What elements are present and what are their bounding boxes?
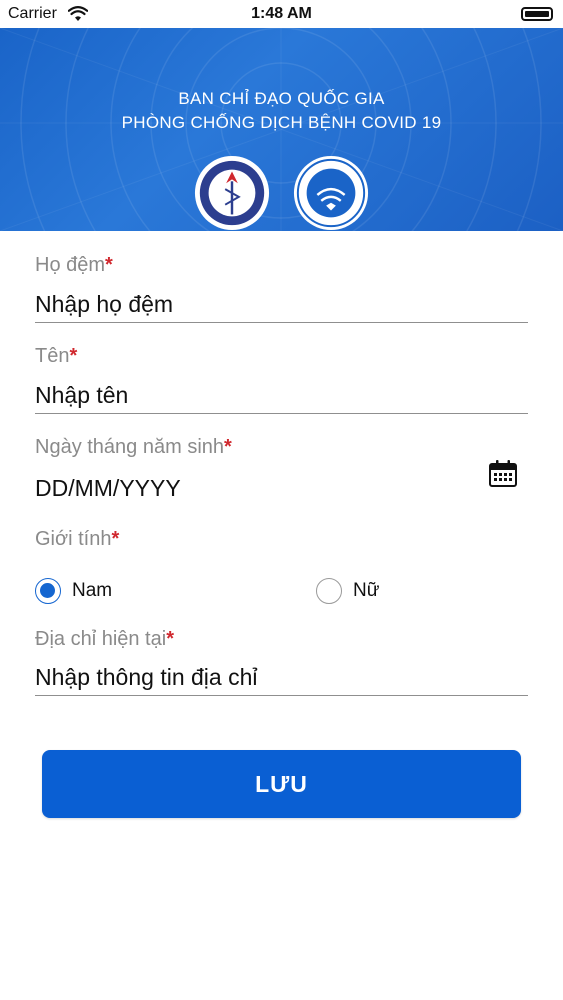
header-title-line2: PHÒNG CHỐNG DỊCH BỆNH COVID 19 <box>121 113 442 132</box>
first-name-input[interactable] <box>35 378 528 414</box>
ministry-of-health-logo <box>194 155 270 231</box>
gender-option-female-label: Nữ <box>353 580 380 601</box>
birth-date-label: Ngày tháng năm sinh* <box>35 436 232 458</box>
save-button[interactable]: LƯU <box>42 750 521 818</box>
gender-label: Giới tính* <box>35 528 120 550</box>
status-time: 1:48 AM <box>251 5 312 22</box>
calendar-icon[interactable] <box>488 459 518 489</box>
required-mark: * <box>224 436 232 458</box>
address-input[interactable] <box>35 660 528 696</box>
last-name-label: Họ đệm* <box>35 254 113 276</box>
address-label: Địa chỉ hiện tại* <box>35 628 174 650</box>
required-mark: * <box>111 528 120 550</box>
status-bar: Carrier 1:48 AM <box>0 0 563 28</box>
gender-radio-male[interactable] <box>35 578 61 604</box>
last-name-input[interactable] <box>35 287 528 323</box>
header-title-line1: BAN CHỈ ĐẠO QUỐC GIA <box>178 89 385 108</box>
first-name-label: Tên* <box>35 345 78 367</box>
ministry-of-information-logo <box>293 155 369 231</box>
gender-radio-female[interactable] <box>316 578 342 604</box>
required-mark: * <box>69 345 78 367</box>
required-mark: * <box>105 254 113 276</box>
gender-option-male-label: Nam <box>72 580 113 601</box>
birth-date-input[interactable] <box>35 470 465 506</box>
required-mark: * <box>166 628 174 650</box>
header-banner: BAN CHỈ ĐẠO QUỐC GIA PHÒNG CHỐNG DỊCH BỆ… <box>0 28 563 231</box>
battery-icon <box>521 7 553 21</box>
